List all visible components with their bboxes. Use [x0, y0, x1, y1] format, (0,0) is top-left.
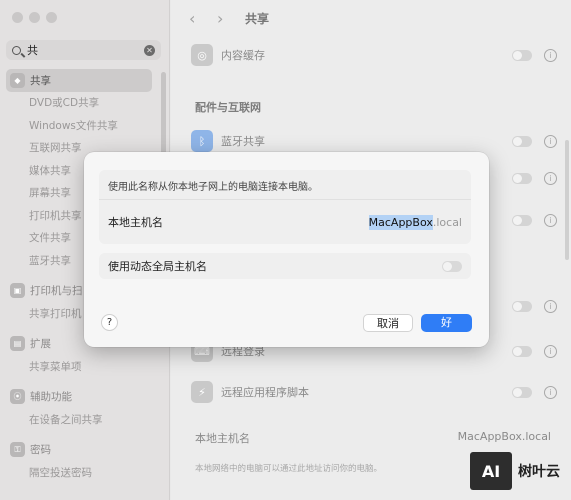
sidebar-item-label: DVD或CD共享 [29, 97, 100, 110]
sidebar-item-label: 文件共享 [29, 232, 71, 245]
sidebar-item-label: 共享菜单项 [29, 360, 82, 373]
dynamic-hostname-label: 使用动态全局主机名 [108, 260, 207, 273]
bluetooth-sharing-label: 蓝牙共享 [221, 135, 265, 148]
watermark-text: 树叶云 [518, 464, 560, 480]
hostname-dialog: 使用此名称从你本地子网上的电脑连接本电脑。 本地主机名 MacAppBox.lo… [84, 152, 489, 347]
watermark: AI 树叶云 [470, 452, 560, 490]
search-icon [12, 45, 21, 55]
sidebar-item-label: 扩展 [30, 338, 51, 351]
sidebar-item[interactable]: 共享菜单项 [6, 355, 152, 378]
sidebar-item-label: 密码 [30, 444, 51, 457]
content-cache-label: 内容缓存 [221, 49, 265, 62]
sidebar-group-icon: ⦿ [10, 389, 25, 405]
page-title: 共享 [245, 11, 270, 26]
remote-scripting-toggle[interactable] [512, 386, 532, 398]
bluetooth-sharing-row: ᛒ 蓝牙共享 i [191, 130, 557, 152]
dynamic-hostname-row: 使用动态全局主机名 [99, 253, 471, 279]
hostname-suffix: .local [432, 215, 462, 229]
sidebar-item-label: 打印机共享 [29, 209, 82, 222]
watermark-logo: AI [470, 452, 512, 490]
sidebar-item[interactable]: DVD或CD共享 [6, 92, 152, 115]
hostname-selected-text: MacAppBox [368, 214, 433, 230]
sidebar-item[interactable]: Windows文件共享 [6, 114, 152, 137]
section-accessories-header: 配件与互联网 [195, 101, 261, 114]
remote-scripting-info-icon[interactable]: i [544, 385, 557, 399]
hidden-row-3-toggle[interactable] [512, 301, 532, 312]
ok-button[interactable]: 好 [421, 314, 472, 332]
sidebar-item-label: 媒体共享 [29, 164, 71, 177]
hidden-row-1-toggle[interactable] [512, 173, 532, 184]
hidden-row-1-info-icon[interactable]: i [544, 172, 557, 185]
content-cache-toggle[interactable] [512, 49, 532, 61]
toolbar: ‹ › 共享 [171, 0, 571, 36]
content-cache-row: ◎ 内容缓存 i [191, 44, 557, 66]
help-button[interactable]: ? [101, 314, 118, 331]
clear-search-icon[interactable]: ✕ [144, 44, 155, 56]
remote-scripting-label: 远程应用程序脚本 [221, 386, 309, 399]
dialog-hostname-label: 本地主机名 [108, 216, 163, 229]
sidebar-item-label: 共享打印机 [29, 307, 82, 320]
hostname-input[interactable]: MacAppBox.local [368, 214, 462, 230]
zoom-window-button[interactable] [46, 12, 57, 23]
remote-scripting-icon: ⚡ [191, 381, 213, 403]
search-input[interactable]: 共 [27, 42, 144, 58]
sidebar-item-label: 在设备之间共享 [29, 413, 103, 426]
dynamic-hostname-toggle[interactable] [442, 260, 462, 272]
minimize-window-button[interactable] [29, 12, 40, 23]
search-field[interactable]: 共 ✕ [6, 40, 161, 60]
sidebar-item[interactable]: 在设备之间共享 [6, 408, 152, 431]
sidebar-item-label: 互联网共享 [29, 142, 82, 155]
main-scrollbar[interactable] [565, 140, 569, 260]
sidebar-item[interactable]: ⚿ 密码 [6, 439, 152, 462]
local-hostname-row: 本地主机名 MacAppBox.local [195, 430, 551, 446]
sidebar-item-label: 屏幕共享 [29, 187, 71, 200]
remote-scripting-row: ⚡ 远程应用程序脚本 i [191, 381, 557, 403]
remote-login-info-icon[interactable]: i [544, 344, 557, 358]
sidebar-group-icon: ▣ [10, 283, 25, 299]
bluetooth-sharing-info-icon[interactable]: i [544, 134, 557, 148]
content-cache-icon: ◎ [191, 44, 213, 66]
hostname-group: 使用此名称从你本地子网上的电脑连接本电脑。 本地主机名 MacAppBox.lo… [99, 170, 471, 244]
cancel-button[interactable]: 取消 [363, 314, 413, 332]
sidebar-group-icon: ▤ [10, 336, 25, 352]
hidden-row-2-info-icon[interactable]: i [544, 214, 557, 227]
bluetooth-icon: ᛒ [191, 130, 213, 152]
dynamic-hostname-group: 使用动态全局主机名 [99, 253, 471, 279]
sidebar-item-label: 打印机与扫 [30, 285, 83, 298]
content-cache-info-icon[interactable]: i [544, 48, 557, 62]
forward-chevron-icon[interactable]: › [217, 9, 245, 28]
sidebar-item[interactable]: 隔空投送密码 [6, 461, 152, 484]
sidebar-item-label: 共享 [30, 74, 51, 87]
local-hostname-label: 本地主机名 [195, 432, 250, 445]
close-window-button[interactable] [12, 12, 23, 23]
local-hostname-footnote: 本地网络中的电脑可以通过此地址访问你的电脑。 [195, 464, 383, 474]
window-controls [12, 12, 57, 23]
hidden-row-2-toggle[interactable] [512, 215, 532, 226]
hidden-row-3-info-icon[interactable]: i [544, 300, 557, 313]
sidebar-item-label: 蓝牙共享 [29, 254, 71, 267]
bluetooth-sharing-toggle[interactable] [512, 135, 532, 147]
sidebar-group-icon: ⚿ [10, 442, 25, 458]
local-hostname-value: MacAppBox.local [457, 430, 551, 443]
sidebar-item-label: 隔空投送密码 [29, 466, 92, 479]
remote-login-toggle[interactable] [512, 345, 532, 357]
dialog-description: 使用此名称从你本地子网上的电脑连接本电脑。 [99, 170, 471, 200]
back-chevron-icon[interactable]: ‹ [189, 9, 217, 28]
sidebar-group-icon: ◆ [10, 72, 25, 88]
sidebar-item-label: 辅助功能 [30, 391, 72, 404]
sidebar-item[interactable]: ⦿ 辅助功能 [6, 386, 152, 409]
sidebar-item[interactable]: ◆ 共享 [6, 69, 152, 92]
sidebar-item-label: Windows文件共享 [29, 119, 118, 132]
dialog-hostname-row: 本地主机名 MacAppBox.local [99, 200, 471, 244]
